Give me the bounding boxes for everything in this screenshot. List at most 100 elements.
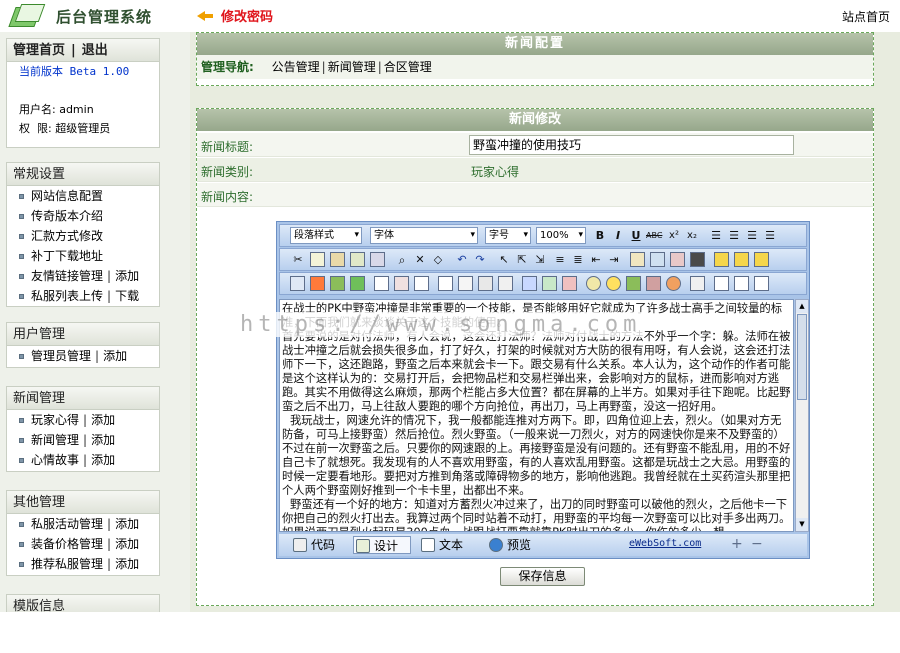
unordered-list-icon[interactable]: ≣ — [570, 252, 586, 268]
editor-scrollbar[interactable]: ▲ ▼ — [795, 299, 809, 532]
sidebar-item-label[interactable]: 网站信息配置 — [31, 189, 103, 203]
sidebar-item-label[interactable]: 新闻管理 — [31, 433, 79, 447]
undo-icon[interactable]: ↶ — [454, 252, 470, 268]
paste-icon[interactable] — [330, 252, 345, 267]
about-icon[interactable] — [754, 276, 769, 291]
sidebar-item-label[interactable]: 推荐私服管理 — [31, 557, 103, 571]
zoom-select[interactable]: 100% — [536, 227, 586, 244]
align-right-icon[interactable]: ☰ — [744, 228, 760, 244]
sidebar-item-extra[interactable]: 添加 — [115, 537, 139, 551]
paste-text-icon[interactable] — [350, 252, 365, 267]
font-size-select[interactable]: 字号 — [485, 227, 531, 244]
textarea-icon[interactable] — [478, 276, 493, 291]
flash-icon[interactable] — [310, 276, 325, 291]
shrink-editor-icon[interactable]: − — [751, 536, 763, 552]
sidebar-item-label[interactable]: 管理员管理 — [31, 349, 91, 363]
help-icon[interactable] — [734, 276, 749, 291]
sidebar-item-label[interactable]: 友情链接管理 — [31, 269, 103, 283]
layer-icon[interactable] — [754, 252, 769, 267]
sidebar-item[interactable]: 网站信息配置 — [7, 186, 159, 206]
absolute-position-icon[interactable]: ⇱ — [514, 252, 530, 268]
preview-box-icon[interactable] — [734, 252, 749, 267]
superscript-icon[interactable]: x² — [666, 228, 682, 244]
page-break-icon[interactable] — [690, 276, 705, 291]
strikethrough-icon[interactable]: ABC — [646, 228, 662, 244]
copy-icon[interactable] — [310, 252, 325, 267]
find-icon[interactable]: ⌕ — [394, 252, 410, 268]
sidebar-item-extra[interactable]: 添加 — [91, 433, 115, 447]
sidebar-item-extra[interactable]: 添加 — [115, 517, 139, 531]
unlink-icon[interactable] — [562, 276, 577, 291]
sidebar-item-extra[interactable]: 添加 — [103, 349, 127, 363]
paragraph-style-select[interactable]: 段落样式 — [290, 227, 362, 244]
home-link[interactable]: 管理首页 — [13, 43, 65, 58]
media-icon[interactable] — [330, 276, 345, 291]
insert-column-icon[interactable] — [414, 276, 429, 291]
sidebar-item-extra[interactable]: 下载 — [115, 289, 139, 303]
redo-icon[interactable]: ↷ — [472, 252, 488, 268]
link-icon[interactable] — [522, 276, 537, 291]
sidebar-item-label[interactable]: 私服活动管理 — [31, 517, 103, 531]
fullscreen-icon[interactable] — [714, 276, 729, 291]
sidebar-item-label[interactable]: 传奇版本介绍 — [31, 209, 103, 223]
textbox-icon[interactable] — [498, 276, 513, 291]
category-value[interactable]: 玩家心得 — [471, 163, 519, 180]
justify-icon[interactable]: ☰ — [762, 228, 778, 244]
logout-link[interactable]: 退出 — [82, 43, 108, 58]
remove-format-icon[interactable] — [690, 252, 705, 267]
form-icon[interactable] — [438, 276, 453, 291]
sidebar-item-label[interactable]: 心情故事 — [31, 453, 79, 467]
special-char-icon[interactable] — [586, 276, 601, 291]
nav-link-announcements[interactable]: 公告管理 — [272, 60, 320, 74]
underline-icon[interactable]: U — [628, 228, 644, 244]
sidebar-item-extra[interactable]: 添加 — [91, 453, 115, 467]
sidebar-item-label[interactable]: 补丁下载地址 — [31, 249, 103, 263]
align-center-icon[interactable]: ☰ — [726, 228, 742, 244]
align-left-icon[interactable]: ☰ — [708, 228, 724, 244]
outdent-icon[interactable]: ⇤ — [588, 252, 604, 268]
image-icon[interactable] — [290, 276, 305, 291]
subscript-icon[interactable]: x₂ — [684, 228, 700, 244]
home-anchor-icon[interactable] — [350, 276, 365, 291]
table-icon[interactable] — [374, 276, 389, 291]
sidebar-item-extra[interactable]: 添加 — [115, 557, 139, 571]
brand-link[interactable]: eWebSoft.com — [629, 538, 701, 549]
paste-word-icon[interactable] — [370, 252, 385, 267]
font-color-icon[interactable] — [630, 252, 645, 267]
marquee-icon[interactable] — [666, 276, 681, 291]
expand-editor-icon[interactable]: + — [731, 536, 743, 552]
scroll-up-icon[interactable]: ▲ — [796, 300, 808, 313]
time-icon[interactable] — [646, 276, 661, 291]
ordered-list-icon[interactable]: ≡ — [552, 252, 568, 268]
eraser-icon[interactable]: ◇ — [430, 252, 446, 268]
scroll-down-icon[interactable]: ▼ — [796, 518, 808, 531]
select-icon[interactable]: ↖ — [496, 252, 512, 268]
bold-icon[interactable]: B — [592, 228, 608, 244]
emoticon-icon[interactable] — [606, 276, 621, 291]
background-color-icon[interactable] — [670, 252, 685, 267]
nav-link-news[interactable]: 新闻管理 — [328, 60, 376, 74]
nav-link-merge[interactable]: 合区管理 — [384, 60, 432, 74]
sidebar-item-label[interactable]: 汇款方式修改 — [31, 229, 103, 243]
save-button[interactable]: 保存信息 — [500, 567, 585, 586]
delete-icon[interactable]: ✕ — [412, 252, 428, 268]
sidebar-item[interactable]: 汇款方式修改 — [7, 226, 159, 246]
mode-tab-text[interactable]: 文本 — [419, 536, 475, 554]
sidebar-item-extra[interactable]: 添加 — [91, 413, 115, 427]
title-input[interactable]: 野蛮冲撞的使用技巧 — [469, 135, 794, 155]
site-home-link[interactable]: 站点首页 — [842, 8, 890, 25]
cut-icon[interactable]: ✂ — [290, 252, 306, 268]
sidebar-item[interactable]: 补丁下载地址 — [7, 246, 159, 266]
mode-tab-preview[interactable]: 预览 — [487, 536, 543, 554]
sidebar-item-extra[interactable]: 添加 — [115, 269, 139, 283]
italic-icon[interactable]: I — [610, 228, 626, 244]
mode-tab-code[interactable]: 代码 — [291, 536, 345, 554]
sidebar-item-label[interactable]: 玩家心得 — [31, 413, 79, 427]
font-select[interactable]: 字体 — [370, 227, 478, 244]
mode-tab-design[interactable]: 设计 — [353, 536, 411, 554]
sidebar-item[interactable]: 传奇版本介绍 — [7, 206, 159, 226]
sidebar-item-label[interactable]: 私服列表上传 — [31, 289, 103, 303]
select-all-icon[interactable]: ⇲ — [532, 252, 548, 268]
indent-icon[interactable]: ⇥ — [606, 252, 622, 268]
anchor-icon[interactable] — [542, 276, 557, 291]
